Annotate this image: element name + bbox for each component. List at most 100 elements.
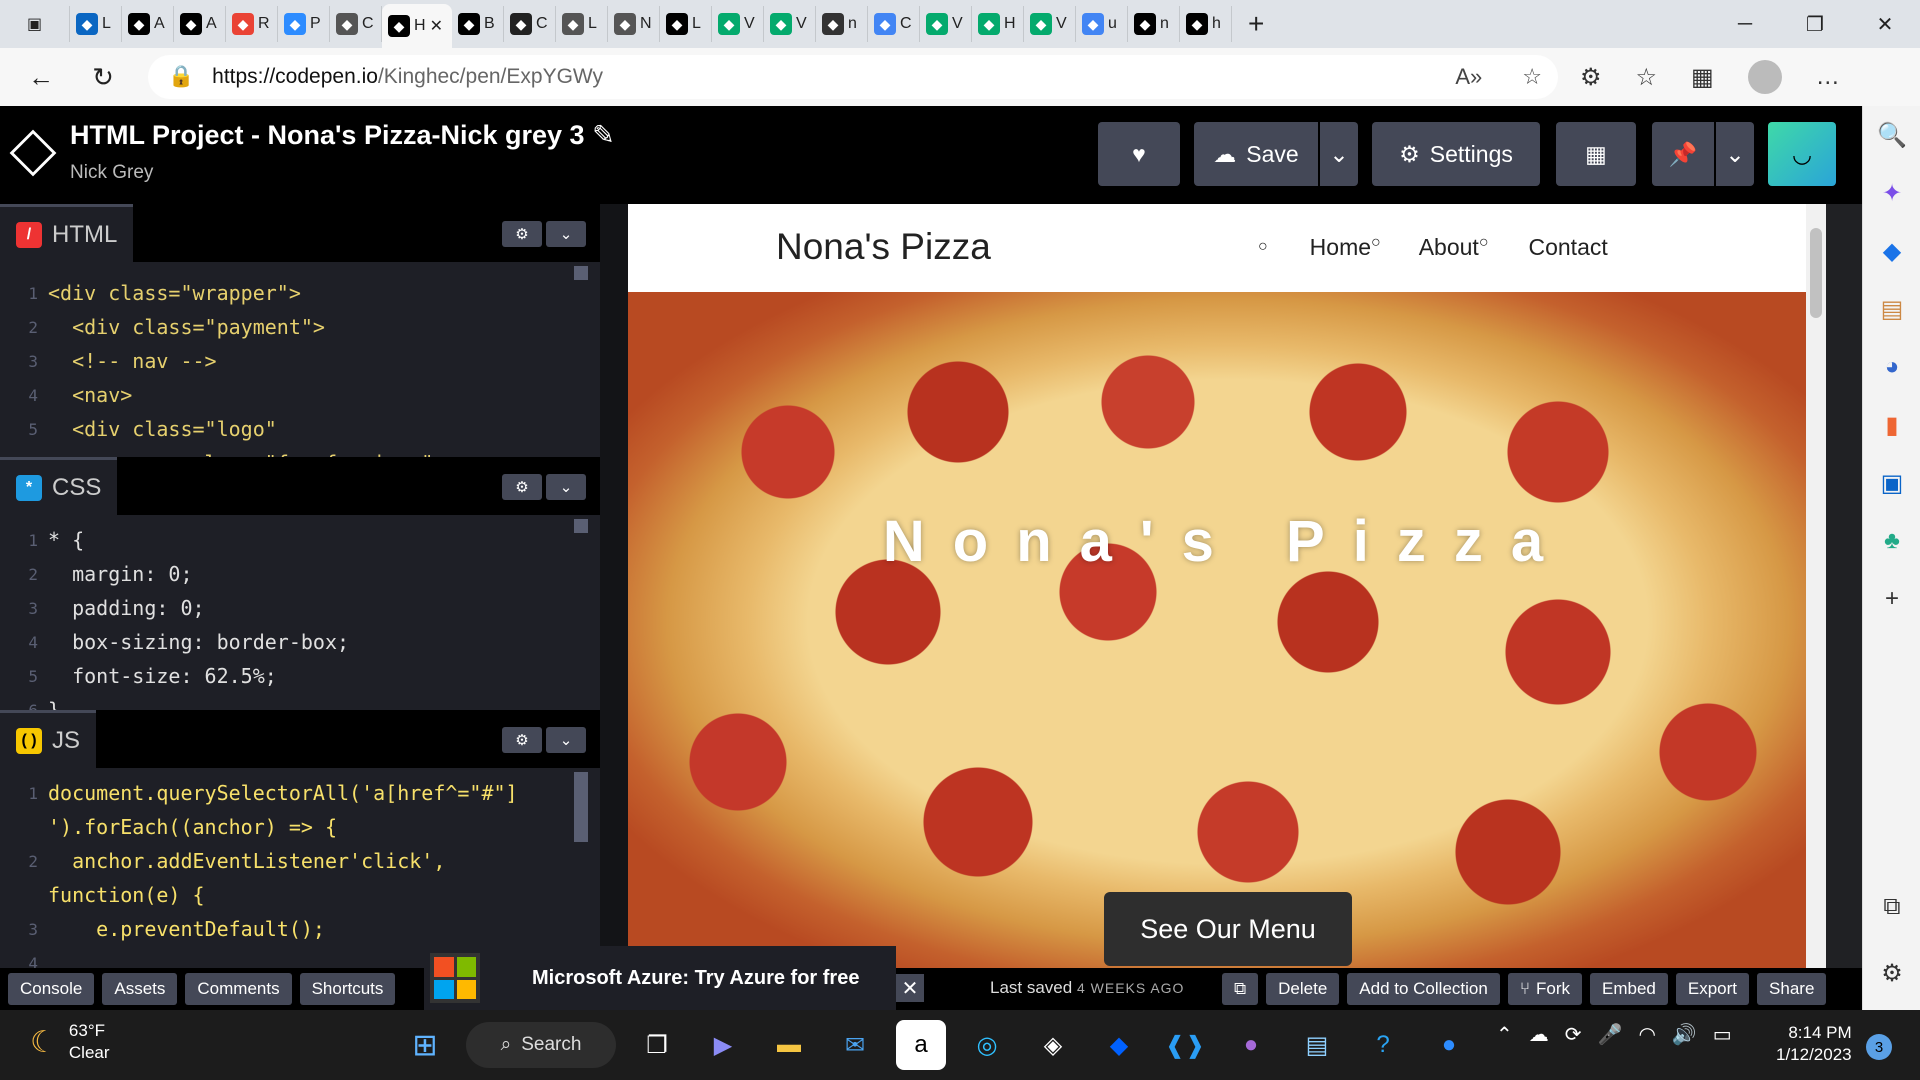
share-button[interactable]: Share [1757, 973, 1827, 1005]
weather-widget[interactable]: ☾ 63°F Clear [30, 1020, 110, 1064]
js-collapse-button[interactable]: ⌄ [546, 727, 586, 753]
css-collapse-button[interactable]: ⌄ [546, 474, 586, 500]
pane-resizer[interactable] [600, 204, 628, 968]
browser-tab[interactable]: ◆ V [920, 6, 972, 42]
edit-pencil-icon[interactable]: ✎ [592, 120, 615, 150]
browser-tab[interactable]: ◆ n [1128, 6, 1180, 42]
code-line[interactable]: 5 <div class="logo" [0, 412, 600, 446]
start-button[interactable]: ⊞ [400, 1020, 450, 1070]
scrollbar[interactable] [574, 772, 588, 842]
browser-tab[interactable]: ◆ V [764, 6, 816, 42]
help-icon[interactable]: ? [1358, 1020, 1408, 1070]
microphone-icon[interactable]: 🎤 [1598, 1022, 1623, 1047]
layout-button[interactable]: ▦ [1556, 122, 1636, 186]
wifi-icon[interactable]: ◠ [1638, 1022, 1655, 1047]
browser-tab[interactable]: ◆ L [556, 6, 608, 42]
browser-tab[interactable]: ◆ A [174, 6, 226, 42]
nav-link-about[interactable]: About [1419, 234, 1479, 261]
code-line[interactable]: 5 font-size: 62.5%; [0, 659, 600, 693]
css-editor[interactable]: 1 * {2 margin: 0; 3 padding: 0; 4 box-sizin… [0, 515, 600, 710]
see-menu-button[interactable]: See Our Menu [1104, 892, 1352, 966]
settings-icon[interactable]: ⚙ [1863, 944, 1920, 1002]
user-avatar[interactable]: ◡ [1768, 122, 1836, 186]
browser-tab[interactable]: ◆ H [972, 6, 1024, 42]
close-window-button[interactable]: ✕ [1850, 0, 1920, 48]
search-icon[interactable]: 🔍 [1863, 106, 1920, 164]
js-settings-button[interactable]: ⚙ [502, 727, 542, 753]
browser-tab[interactable]: ◆ R [226, 6, 278, 42]
code-line[interactable]: 2 <div class="payment"> [0, 310, 600, 344]
scrollbar[interactable] [574, 519, 588, 533]
code-line[interactable]: 4 box-sizing: border-box; [0, 625, 600, 659]
url-field[interactable]: 🔒 https://codepen.io/Kinghec/pen/ExpYGWy… [148, 55, 1558, 99]
comments-button[interactable]: Comments [185, 973, 292, 1005]
shortcuts-button[interactable]: Shortcuts [299, 973, 396, 1005]
embed-button[interactable]: Embed [1590, 973, 1668, 1005]
azure-ad-banner[interactable]: Microsoft Azure: Try Azure for free [424, 946, 896, 1010]
nav-link-home[interactable]: Home [1310, 234, 1371, 261]
browser-tab[interactable]: ◆ h [1180, 6, 1232, 42]
split-screen-icon[interactable]: ⧉ [1863, 878, 1920, 936]
cloud-icon[interactable]: ☁ [1529, 1022, 1549, 1047]
codepen-logo-icon[interactable] [9, 129, 57, 177]
amazon-icon[interactable]: a [896, 1020, 946, 1070]
favorites-icon[interactable]: ☆ [1636, 63, 1658, 92]
task-view-icon[interactable]: ❐ [632, 1020, 682, 1070]
tag-icon[interactable]: ◆ [1863, 222, 1920, 280]
browser-tab[interactable]: ◆ u [1076, 6, 1128, 42]
pin-options-button[interactable]: ⌄ [1716, 122, 1754, 186]
read-aloud-icon[interactable]: A» [1455, 64, 1482, 90]
browser-tab[interactable]: ◆ P [278, 6, 330, 42]
back-button[interactable]: ← [10, 48, 72, 106]
tab-css[interactable]: * CSS [0, 457, 118, 515]
save-options-button[interactable]: ⌄ [1320, 122, 1358, 186]
preview-scrollbar[interactable] [1806, 204, 1826, 968]
sync-icon[interactable]: ⟳ [1565, 1022, 1582, 1047]
office-icon[interactable]: ▮ [1863, 396, 1920, 454]
extensions-icon[interactable]: ⚙ [1580, 63, 1602, 92]
people-icon[interactable]: ◕ [1863, 338, 1920, 396]
browser-tab[interactable]: ◆ n [816, 6, 868, 42]
browser-tab[interactable]: ◆ C [504, 6, 556, 42]
zoom-icon[interactable]: ● [1424, 1020, 1474, 1070]
profile-avatar[interactable] [1747, 60, 1782, 94]
html-collapse-button[interactable]: ⌄ [546, 221, 586, 247]
browser-tab[interactable]: ◆ H ✕ [382, 4, 452, 48]
browser-tab[interactable]: ◆ C [330, 6, 382, 42]
app-icon[interactable]: ◈ [1028, 1020, 1078, 1070]
fork-button[interactable]: ⑂ Fork [1507, 973, 1583, 1005]
teams-icon[interactable]: ▶ [698, 1020, 748, 1070]
clock[interactable]: 8:14 PM 1/12/2023 [1776, 1022, 1852, 1066]
code-line[interactable]: 1 <div class="wrapper"> [0, 276, 600, 310]
settings-button[interactable]: ⚙ Settings [1372, 122, 1540, 186]
add-favorite-icon[interactable]: ☆ [1522, 64, 1542, 90]
restore-button[interactable]: ❐ [1780, 0, 1850, 48]
browser-tab[interactable]: ◆ C [868, 6, 920, 42]
taskbar-search[interactable]: ⌕ Search [466, 1022, 616, 1068]
browser-tab[interactable]: ◆ V [1024, 6, 1076, 42]
file-explorer-icon[interactable]: ▬ [764, 1020, 814, 1070]
add-icon[interactable]: + [1863, 570, 1920, 628]
html-editor[interactable]: 1 <div class="wrapper"> 2 <div class="paym… [0, 262, 600, 457]
delete-button[interactable]: Delete [1266, 973, 1340, 1005]
js-editor[interactable]: 1 document.querySelectorAll('a[href^="#"]… [0, 768, 600, 968]
browser-tab[interactable]: ◆ B [452, 6, 504, 42]
code-line[interactable]: ').forEach((anchor) => { [0, 810, 600, 844]
code-line[interactable]: 3 e.preventDefault(); [0, 912, 600, 946]
browser-tab[interactable]: ◆ N [608, 6, 660, 42]
pin-button[interactable]: 📌 [1652, 122, 1714, 186]
close-ad-button[interactable]: ✕ [896, 974, 924, 1002]
assets-button[interactable]: Assets [102, 973, 178, 1005]
browser-tab[interactable]: ◆ L [660, 6, 712, 42]
chevron-up-icon[interactable]: ⌃ [1496, 1022, 1513, 1047]
vscode-icon[interactable]: ❰❱ [1160, 1020, 1210, 1070]
notification-badge[interactable]: 3 [1866, 1034, 1892, 1060]
add-to-collection-button[interactable]: Add to Collection [1347, 973, 1500, 1005]
html-settings-button[interactable]: ⚙ [502, 221, 542, 247]
export-button[interactable]: Export [1675, 973, 1750, 1005]
copilot-icon[interactable]: ✦ [1863, 164, 1920, 222]
save-button[interactable]: ☁ Save [1194, 122, 1318, 186]
pen-title[interactable]: HTML Project - Nona's Pizza-Nick grey 3 … [70, 120, 615, 151]
code-line[interactable]: 2 margin: 0; [0, 557, 600, 591]
dropbox-icon[interactable]: ◆ [1094, 1020, 1144, 1070]
